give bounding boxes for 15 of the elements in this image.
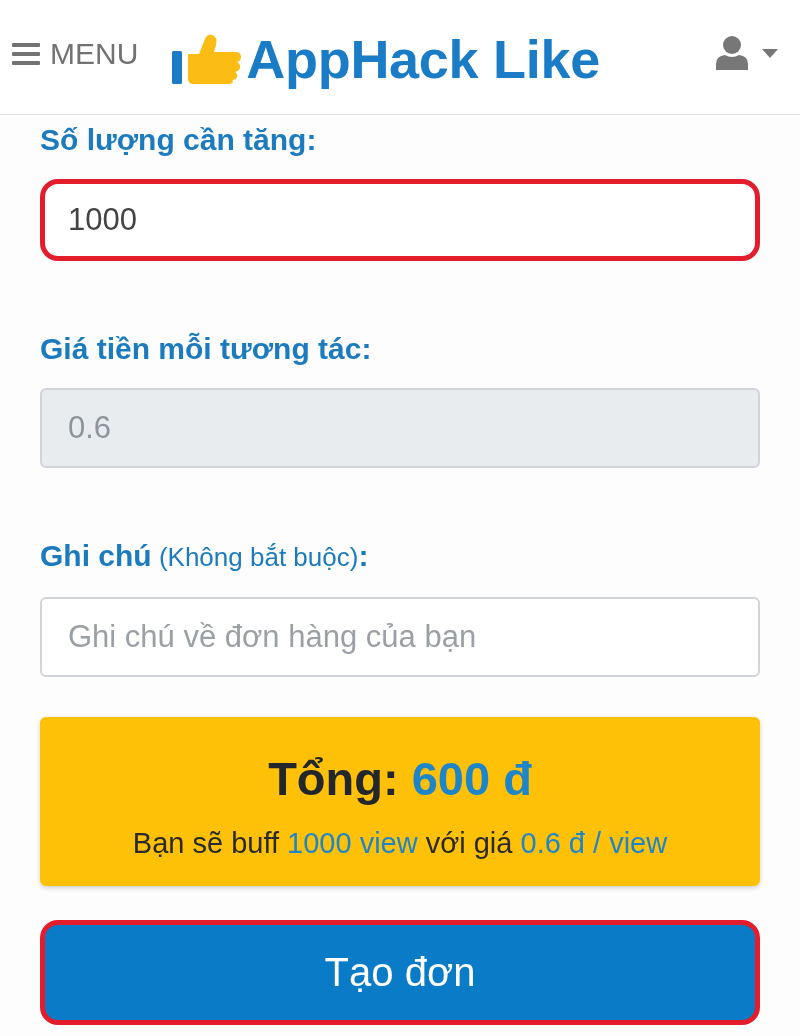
field-label: Giá tiền mỗi tương tác:: [40, 331, 372, 367]
field-label: Số lượng cần tăng:: [40, 122, 317, 158]
user-icon: [716, 36, 748, 70]
summary-text: Bạn sẽ buff 1000 view với giá 0.6 đ / view: [132, 826, 668, 861]
submit-button[interactable]: Tạo đơn: [40, 920, 760, 1025]
brand-name: AppHack Like: [246, 28, 600, 90]
menu-icon: [12, 43, 40, 65]
field-label: Ghi chú (Không bắt buộc):: [40, 538, 369, 574]
input-field[interactable]: Ghi chú về đơn hàng của bạn: [40, 597, 760, 677]
caret-icon: [762, 48, 778, 58]
menu-button[interactable]: MENU: [12, 37, 139, 71]
input-field[interactable]: 1000: [40, 179, 760, 261]
thumbs-up-icon: [172, 34, 243, 84]
account-button[interactable]: [716, 36, 778, 70]
total-text: Tổng: 600 đ: [268, 751, 532, 807]
